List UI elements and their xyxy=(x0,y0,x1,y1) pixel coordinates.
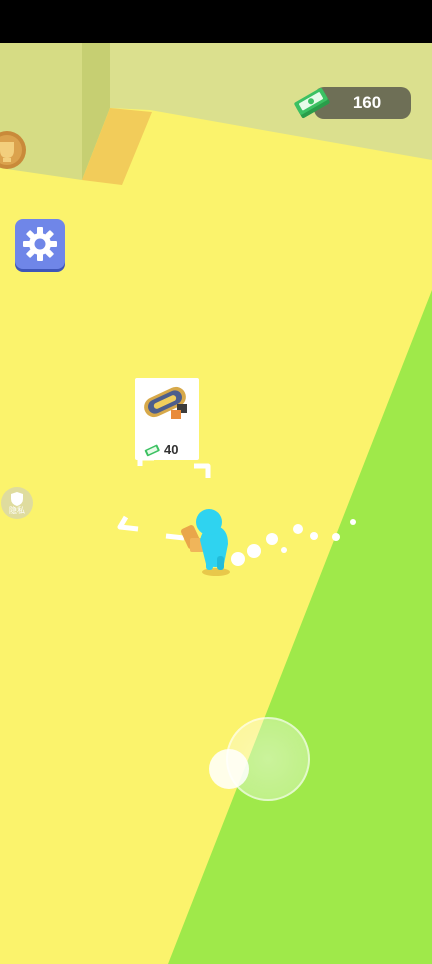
money-value: 160 xyxy=(352,93,382,112)
joystick-knob[interactable] xyxy=(209,749,249,789)
dust-puff xyxy=(293,524,303,534)
marker-corner xyxy=(165,533,185,541)
dust-puff xyxy=(247,544,261,558)
settings-button[interactable] xyxy=(15,219,65,269)
status-bar xyxy=(0,0,432,43)
dust-puff xyxy=(281,547,287,553)
privacy-label: 隐私 xyxy=(9,506,25,515)
trophy-icon[interactable] xyxy=(0,124,26,176)
gear-icon xyxy=(23,227,57,261)
shop-item-price: 40 xyxy=(164,442,179,457)
price-cash-icon xyxy=(144,444,160,457)
dust-puff xyxy=(310,532,318,540)
game-scene xyxy=(0,0,432,964)
dust-puff xyxy=(332,533,340,541)
dust-puff xyxy=(350,519,356,525)
dust-puff xyxy=(266,533,278,545)
race-track-icon xyxy=(144,386,187,419)
cash-stack-icon xyxy=(294,87,330,119)
privacy-button[interactable]: 隐私 xyxy=(1,487,33,519)
dust-puff xyxy=(231,552,245,566)
